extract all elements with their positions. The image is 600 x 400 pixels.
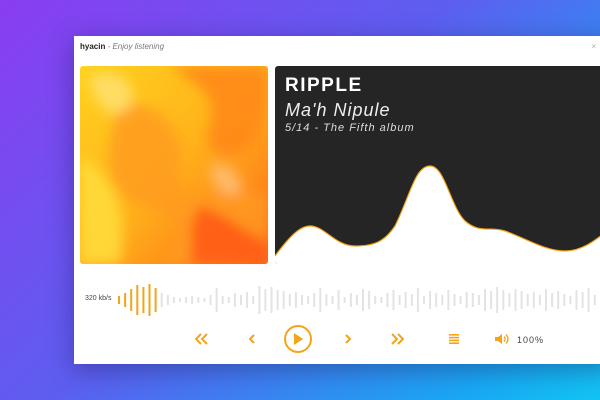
fast-forward-icon [391, 333, 404, 345]
volume-button[interactable] [494, 332, 510, 346]
player-window: hyacin - Enjoy listening × RIPPLE Ma'h N… [74, 36, 600, 364]
playlist-button[interactable] [447, 332, 461, 346]
play-button[interactable] [284, 325, 312, 353]
playlist-icon [449, 334, 459, 344]
fast-rewind-button[interactable] [194, 331, 210, 347]
fast-forward-button[interactable] [389, 331, 405, 347]
next-button[interactable] [340, 331, 356, 347]
volume-level: 100% [517, 335, 545, 345]
previous-button[interactable] [244, 331, 260, 347]
next-icon [345, 334, 352, 344]
volume-icon [495, 334, 509, 344]
previous-icon [248, 334, 255, 344]
fast-rewind-icon [195, 333, 208, 345]
play-icon [294, 333, 303, 345]
playback-controls: 100% [74, 36, 600, 364]
